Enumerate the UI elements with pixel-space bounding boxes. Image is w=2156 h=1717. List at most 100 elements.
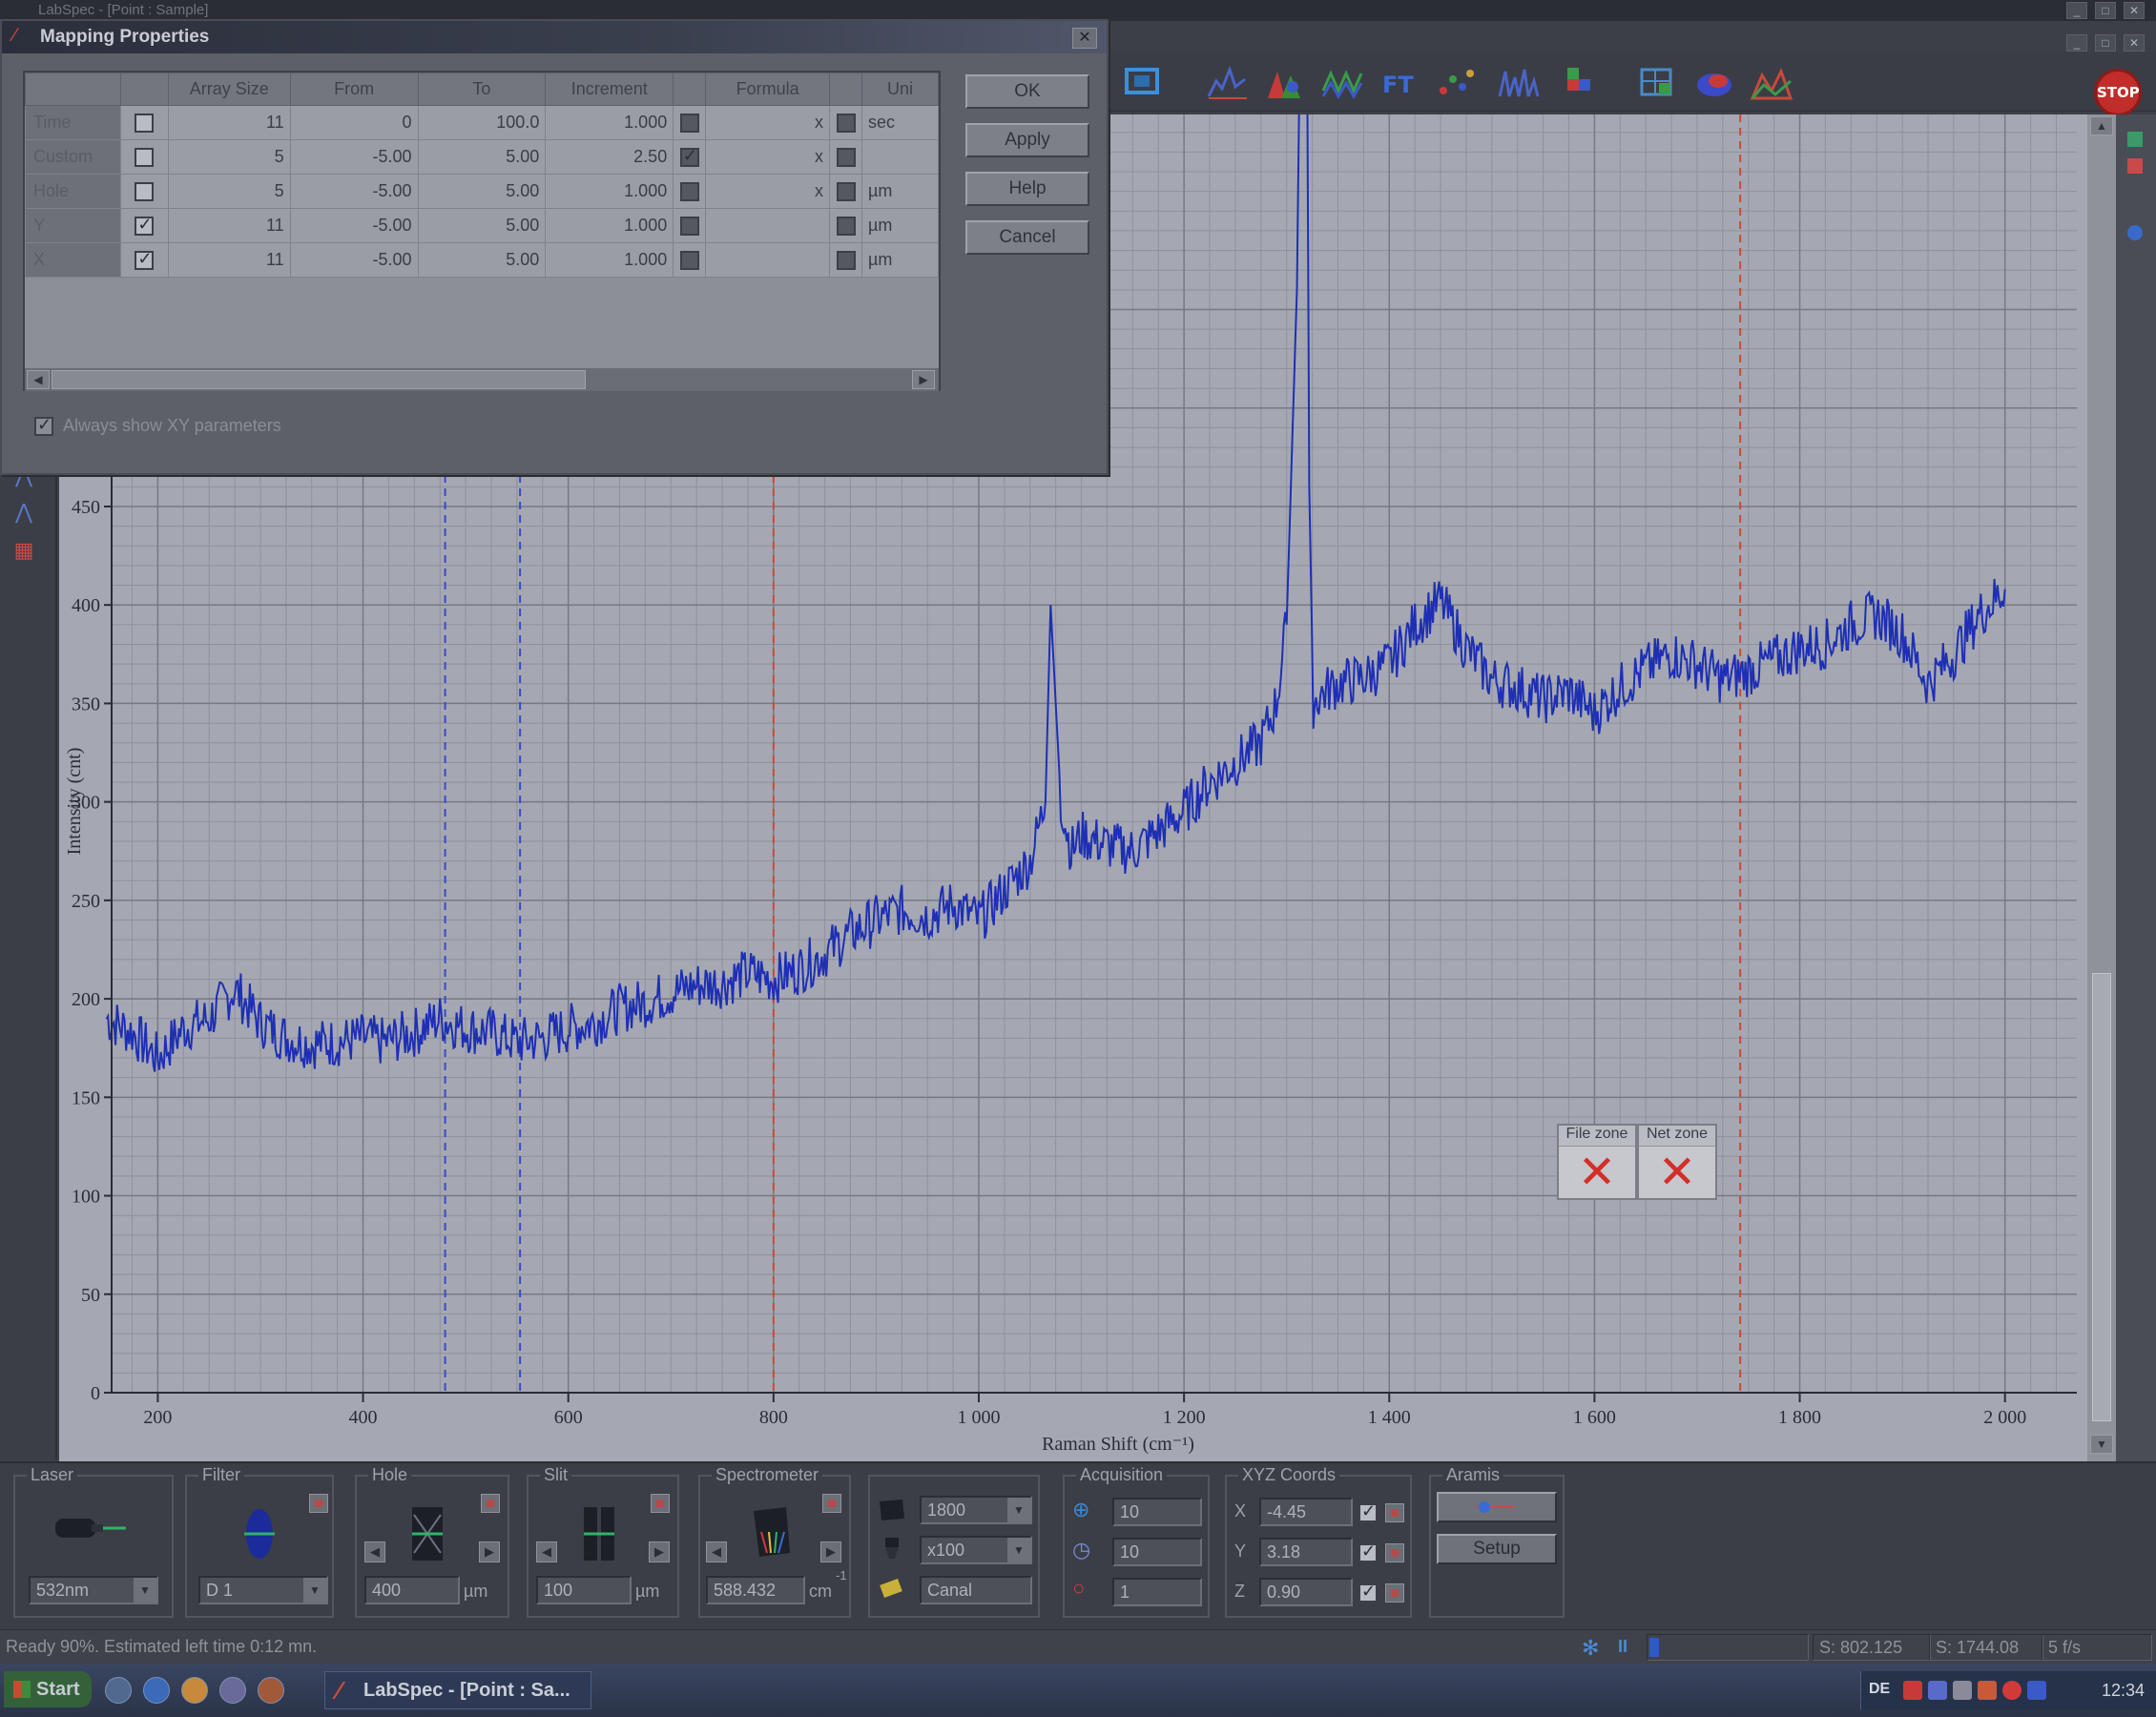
grid-tool-icon[interactable]: ▦ <box>10 538 38 563</box>
fit-tool-icon[interactable]: ⋀ <box>10 500 38 525</box>
browser-icon[interactable] <box>143 1677 170 1704</box>
network-icon[interactable] <box>1903 1681 1922 1700</box>
hole-expand-button[interactable] <box>481 1494 500 1513</box>
right-blue-icon[interactable] <box>2127 225 2143 240</box>
to-cell[interactable]: 5.00 <box>417 208 547 243</box>
increment-checkbox[interactable] <box>673 242 707 278</box>
spectrometer-expand-button[interactable] <box>822 1494 841 1513</box>
formula-checkbox[interactable] <box>829 208 863 243</box>
z-lock-checkbox[interactable] <box>1358 1582 1378 1603</box>
always-show-checkbox[interactable] <box>34 415 53 437</box>
y-lock-checkbox[interactable] <box>1358 1541 1378 1562</box>
laser-select[interactable]: 532nm ▼ <box>29 1576 158 1604</box>
map-icon[interactable] <box>1560 62 1602 102</box>
spectrum-icon[interactable] <box>1207 62 1249 102</box>
from-cell[interactable]: -5.00 <box>289 208 419 243</box>
x-lock-checkbox[interactable] <box>1358 1501 1378 1522</box>
y-coord-input[interactable]: 3.18 <box>1259 1538 1353 1566</box>
media-icon[interactable] <box>258 1677 284 1704</box>
slit-expand-button[interactable] <box>651 1494 670 1513</box>
baseline-icon[interactable] <box>1498 62 1540 102</box>
slit-decrease-button[interactable]: ◀ <box>536 1541 557 1562</box>
pause-icon[interactable]: II <box>1618 1637 1627 1657</box>
mapping-row[interactable]: X 11-5.005.001.000 µm <box>25 242 939 278</box>
stop-button[interactable]: STOP <box>2094 69 2142 116</box>
peaks-icon[interactable] <box>1264 62 1306 102</box>
formula-cell[interactable]: x <box>705 139 831 175</box>
row-enable-checkbox[interactable] <box>119 242 169 278</box>
spectrometer-increase-button[interactable]: ▶ <box>820 1541 841 1562</box>
formula-cell[interactable]: x <box>705 105 831 140</box>
z-settings-button[interactable] <box>1385 1583 1404 1603</box>
filter-select[interactable]: D 1 ▼ <box>198 1576 328 1604</box>
chevron-down-icon[interactable]: ▼ <box>134 1578 156 1603</box>
increment-checkbox[interactable] <box>673 174 707 209</box>
alert-icon[interactable] <box>2002 1681 2021 1700</box>
chevron-down-icon[interactable]: ▼ <box>303 1578 326 1603</box>
row-name[interactable]: X <box>25 242 121 278</box>
scroll-down-arrow[interactable]: ▼ <box>2090 1435 2113 1454</box>
array-size-cell[interactable]: 11 <box>167 242 291 278</box>
hole-input[interactable]: 400 <box>364 1576 460 1604</box>
unit-cell[interactable]: µm <box>861 174 939 209</box>
hole-decrease-button[interactable]: ◀ <box>364 1541 385 1562</box>
scroll-left-arrow[interactable]: ◀ <box>27 370 50 389</box>
scroll-up-arrow[interactable]: ▲ <box>2090 116 2113 135</box>
col-header-from[interactable]: From <box>289 72 419 106</box>
chart-vertical-scrollbar[interactable]: ▲ ▼ <box>2087 114 2116 1461</box>
array-size-cell[interactable]: 5 <box>167 139 291 175</box>
email-icon[interactable] <box>181 1677 208 1704</box>
increment-checkbox[interactable] <box>673 105 707 140</box>
unit-cell[interactable] <box>861 139 939 175</box>
checkbox[interactable] <box>135 114 155 134</box>
to-cell[interactable]: 5.00 <box>417 139 547 175</box>
increment-checkbox[interactable] <box>673 139 707 175</box>
mapping-row[interactable]: Y 11-5.005.001.000 µm <box>25 208 939 243</box>
net-zone[interactable]: Net zone ✕ <box>1637 1124 1717 1200</box>
spectrometer-decrease-button[interactable]: ◀ <box>706 1541 727 1562</box>
profile-icon[interactable] <box>1693 62 1735 102</box>
col-header-increment[interactable]: Increment <box>545 72 674 106</box>
file-zone[interactable]: File zone ✕ <box>1557 1124 1637 1200</box>
minimize-button[interactable]: _ <box>2066 2 2087 19</box>
formula-cell[interactable]: x <box>705 174 831 209</box>
dialog-titlebar[interactable]: ∕ Mapping Properties ✕ <box>2 21 1107 53</box>
monitor-icon[interactable] <box>2027 1681 2046 1700</box>
from-cell[interactable]: -5.00 <box>289 174 419 209</box>
unit-cell[interactable]: µm <box>861 242 939 278</box>
apply-button[interactable]: Apply <box>965 123 1089 157</box>
channel-input[interactable]: Canal <box>920 1576 1032 1604</box>
x-settings-button[interactable] <box>1385 1503 1404 1522</box>
checkbox[interactable] <box>135 215 155 237</box>
formula-cell[interactable] <box>705 208 831 243</box>
dialog-close-button[interactable]: ✕ <box>1072 28 1097 49</box>
language-indicator[interactable]: DE <box>1869 1681 1890 1698</box>
cancel-button[interactable]: Cancel <box>965 220 1089 255</box>
formula-checkbox[interactable] <box>829 174 863 209</box>
unit-cell[interactable]: sec <box>861 105 939 140</box>
grid-horizontal-scrollbar[interactable]: ◀ ▶ <box>25 368 939 391</box>
checkbox[interactable] <box>679 114 699 134</box>
col-header-formula[interactable]: Formula <box>705 72 831 106</box>
from-cell[interactable]: 0 <box>289 105 419 140</box>
checkbox[interactable] <box>836 148 856 168</box>
hole-increase-button[interactable]: ▶ <box>479 1541 500 1562</box>
spectrometer-input[interactable]: 588.432 <box>706 1576 805 1604</box>
checkbox[interactable] <box>679 146 699 168</box>
x-coord-input[interactable]: -4.45 <box>1259 1498 1353 1526</box>
close-app-button[interactable]: ✕ <box>2124 2 2145 19</box>
always-show-xy-option[interactable]: Always show XY parameters <box>34 415 281 437</box>
scroll-thumb[interactable] <box>2092 973 2111 1421</box>
array-size-cell[interactable]: 11 <box>167 105 291 140</box>
checkbox[interactable] <box>135 249 155 271</box>
mapping-row[interactable]: Time 11 0 100.0 1.000 x sec <box>25 105 939 140</box>
row-name[interactable]: Hole <box>25 174 121 209</box>
right-red-icon[interactable] <box>2127 158 2143 174</box>
checkbox[interactable] <box>836 251 856 271</box>
col-header-unit[interactable]: Uni <box>861 72 939 106</box>
grid-scroll-thumb[interactable] <box>52 370 586 389</box>
mapping-row[interactable]: Custom 5-5.005.002.50 x <box>25 139 939 175</box>
start-button[interactable]: Start <box>4 1671 92 1707</box>
desktop-icon[interactable] <box>105 1677 132 1704</box>
slit-increase-button[interactable]: ▶ <box>649 1541 670 1562</box>
